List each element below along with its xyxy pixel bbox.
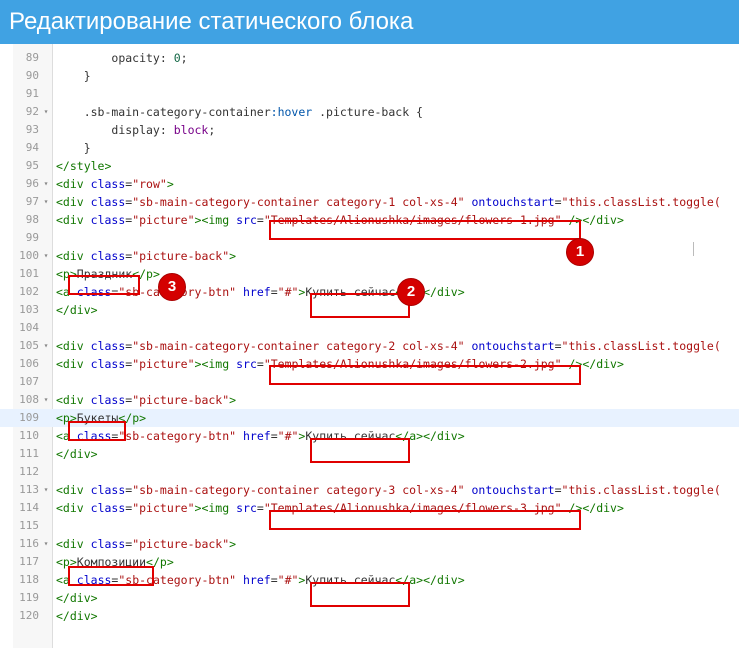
highlight-box-p-1 xyxy=(68,275,140,295)
line-number: 115 xyxy=(19,519,39,532)
code-line[interactable]: 94 } xyxy=(0,139,739,157)
fold-toggle-icon[interactable]: ▾ xyxy=(41,103,51,121)
code-text: </div> xyxy=(56,591,98,605)
highlight-box-src-2 xyxy=(269,365,581,385)
line-number: 112 xyxy=(19,465,39,478)
code-text: <div class="row"> xyxy=(56,177,174,191)
line-number: 94 xyxy=(25,141,39,154)
line-number: 97 xyxy=(25,195,39,208)
line-number: 95 xyxy=(25,159,39,172)
line-number: 92 xyxy=(25,105,39,118)
code-text: } xyxy=(56,69,91,83)
line-number: 98 xyxy=(25,213,39,226)
line-number: 108 xyxy=(19,393,39,406)
highlight-box-p-2 xyxy=(68,421,126,441)
line-number: 119 xyxy=(19,591,39,604)
line-number: 99 xyxy=(25,231,39,244)
code-text: </div> xyxy=(56,303,98,317)
fold-toggle-icon[interactable]: ▾ xyxy=(41,535,51,553)
line-number: 90 xyxy=(25,69,39,82)
code-text: } xyxy=(56,141,91,155)
highlight-box-btn-2 xyxy=(310,438,410,463)
line-number: 118 xyxy=(19,573,39,586)
code-text: <div class="sb-main-category-container c… xyxy=(56,339,721,353)
line-number: 107 xyxy=(19,375,39,388)
fold-toggle-icon[interactable]: ▾ xyxy=(41,247,51,265)
code-text: opacity: 0; xyxy=(111,51,188,65)
highlight-box-p-3 xyxy=(68,566,154,586)
line-number: 89 xyxy=(25,51,39,64)
code-text: .sb-main-category-container:hover .pictu… xyxy=(56,105,423,119)
code-line[interactable]: 108 ▾ <div class="picture-back"> xyxy=(0,391,739,409)
line-number: 91 xyxy=(25,87,39,100)
line-number: 105 xyxy=(19,339,39,352)
line-number: 103 xyxy=(19,303,39,316)
line-number: 110 xyxy=(19,429,39,442)
line-number: 109 xyxy=(19,411,39,424)
code-line[interactable]: 112 xyxy=(0,463,739,481)
line-number: 113 xyxy=(19,483,39,496)
code-editor[interactable]: 89 opacity: 0; 90 } 91 92 ▾ .sb-main-categor… xyxy=(0,44,739,648)
code-line[interactable]: 90 } xyxy=(0,67,739,85)
code-text: <div class="picture-back"> xyxy=(56,393,237,407)
code-line[interactable]: 100 ▾ <div class="picture-back"> xyxy=(0,247,739,265)
code-line[interactable]: 116 ▾ <div class="picture-back"> xyxy=(0,535,739,553)
line-number: 111 xyxy=(19,447,39,460)
line-number: 120 xyxy=(19,609,39,622)
line-number: 96 xyxy=(25,177,39,190)
code-line[interactable]: 95 </style> xyxy=(0,157,739,175)
code-line[interactable]: 89 opacity: 0; xyxy=(0,49,739,67)
fold-toggle-icon[interactable]: ▾ xyxy=(41,175,51,193)
code-text: <div class="sb-main-category-container c… xyxy=(56,483,721,497)
line-number: 102 xyxy=(19,285,39,298)
mouse-ibeam-cursor-icon xyxy=(693,242,694,256)
callout-badge-1: 1 xyxy=(566,238,594,266)
code-text: <div class="picture-back"> xyxy=(56,249,237,263)
code-text: </div> xyxy=(56,447,98,461)
fold-toggle-icon[interactable]: ▾ xyxy=(41,337,51,355)
code-text: <div class="sb-main-category-container c… xyxy=(56,195,721,209)
code-line[interactable]: 120 </div> xyxy=(0,607,739,625)
line-number: 117 xyxy=(19,555,39,568)
line-number: 104 xyxy=(19,321,39,334)
line-number: 101 xyxy=(19,267,39,280)
code-text: </div> xyxy=(56,609,98,623)
code-line[interactable]: 93 display: block; xyxy=(0,121,739,139)
fold-toggle-icon[interactable]: ▾ xyxy=(41,391,51,409)
code-text: </style> xyxy=(56,159,112,173)
callout-badge-2: 2 xyxy=(397,278,425,306)
line-number: 100 xyxy=(19,249,39,262)
code-line[interactable]: 104 xyxy=(0,319,739,337)
line-number: 93 xyxy=(25,123,39,136)
code-line[interactable]: 105 ▾ <div class="sb-main-category-contain… xyxy=(0,337,739,355)
code-line[interactable]: 96 ▾ <div class="row"> xyxy=(0,175,739,193)
code-text: display: block; xyxy=(111,123,216,137)
code-text: <div class="picture-back"> xyxy=(56,537,237,551)
window-title: Редактирование статического блока xyxy=(0,0,739,44)
code-line[interactable]: 113 ▾ <div class="sb-main-category-contain… xyxy=(0,481,739,499)
highlight-box-src-3 xyxy=(269,510,581,530)
highlight-box-btn-1 xyxy=(310,293,410,318)
fold-toggle-icon[interactable]: ▾ xyxy=(41,481,51,499)
line-number: 114 xyxy=(19,501,39,514)
line-number: 116 xyxy=(19,537,39,550)
highlight-box-src-1 xyxy=(269,220,581,240)
fold-toggle-icon[interactable]: ▾ xyxy=(41,193,51,211)
code-line[interactable]: 91 xyxy=(0,85,739,103)
line-number: 106 xyxy=(19,357,39,370)
callout-badge-3: 3 xyxy=(158,273,186,301)
code-line[interactable]: 92 ▾ .sb-main-category-container:hover .p… xyxy=(0,103,739,121)
code-line[interactable]: 97 ▾ <div class="sb-main-category-containe… xyxy=(0,193,739,211)
highlight-box-btn-3 xyxy=(310,582,410,607)
